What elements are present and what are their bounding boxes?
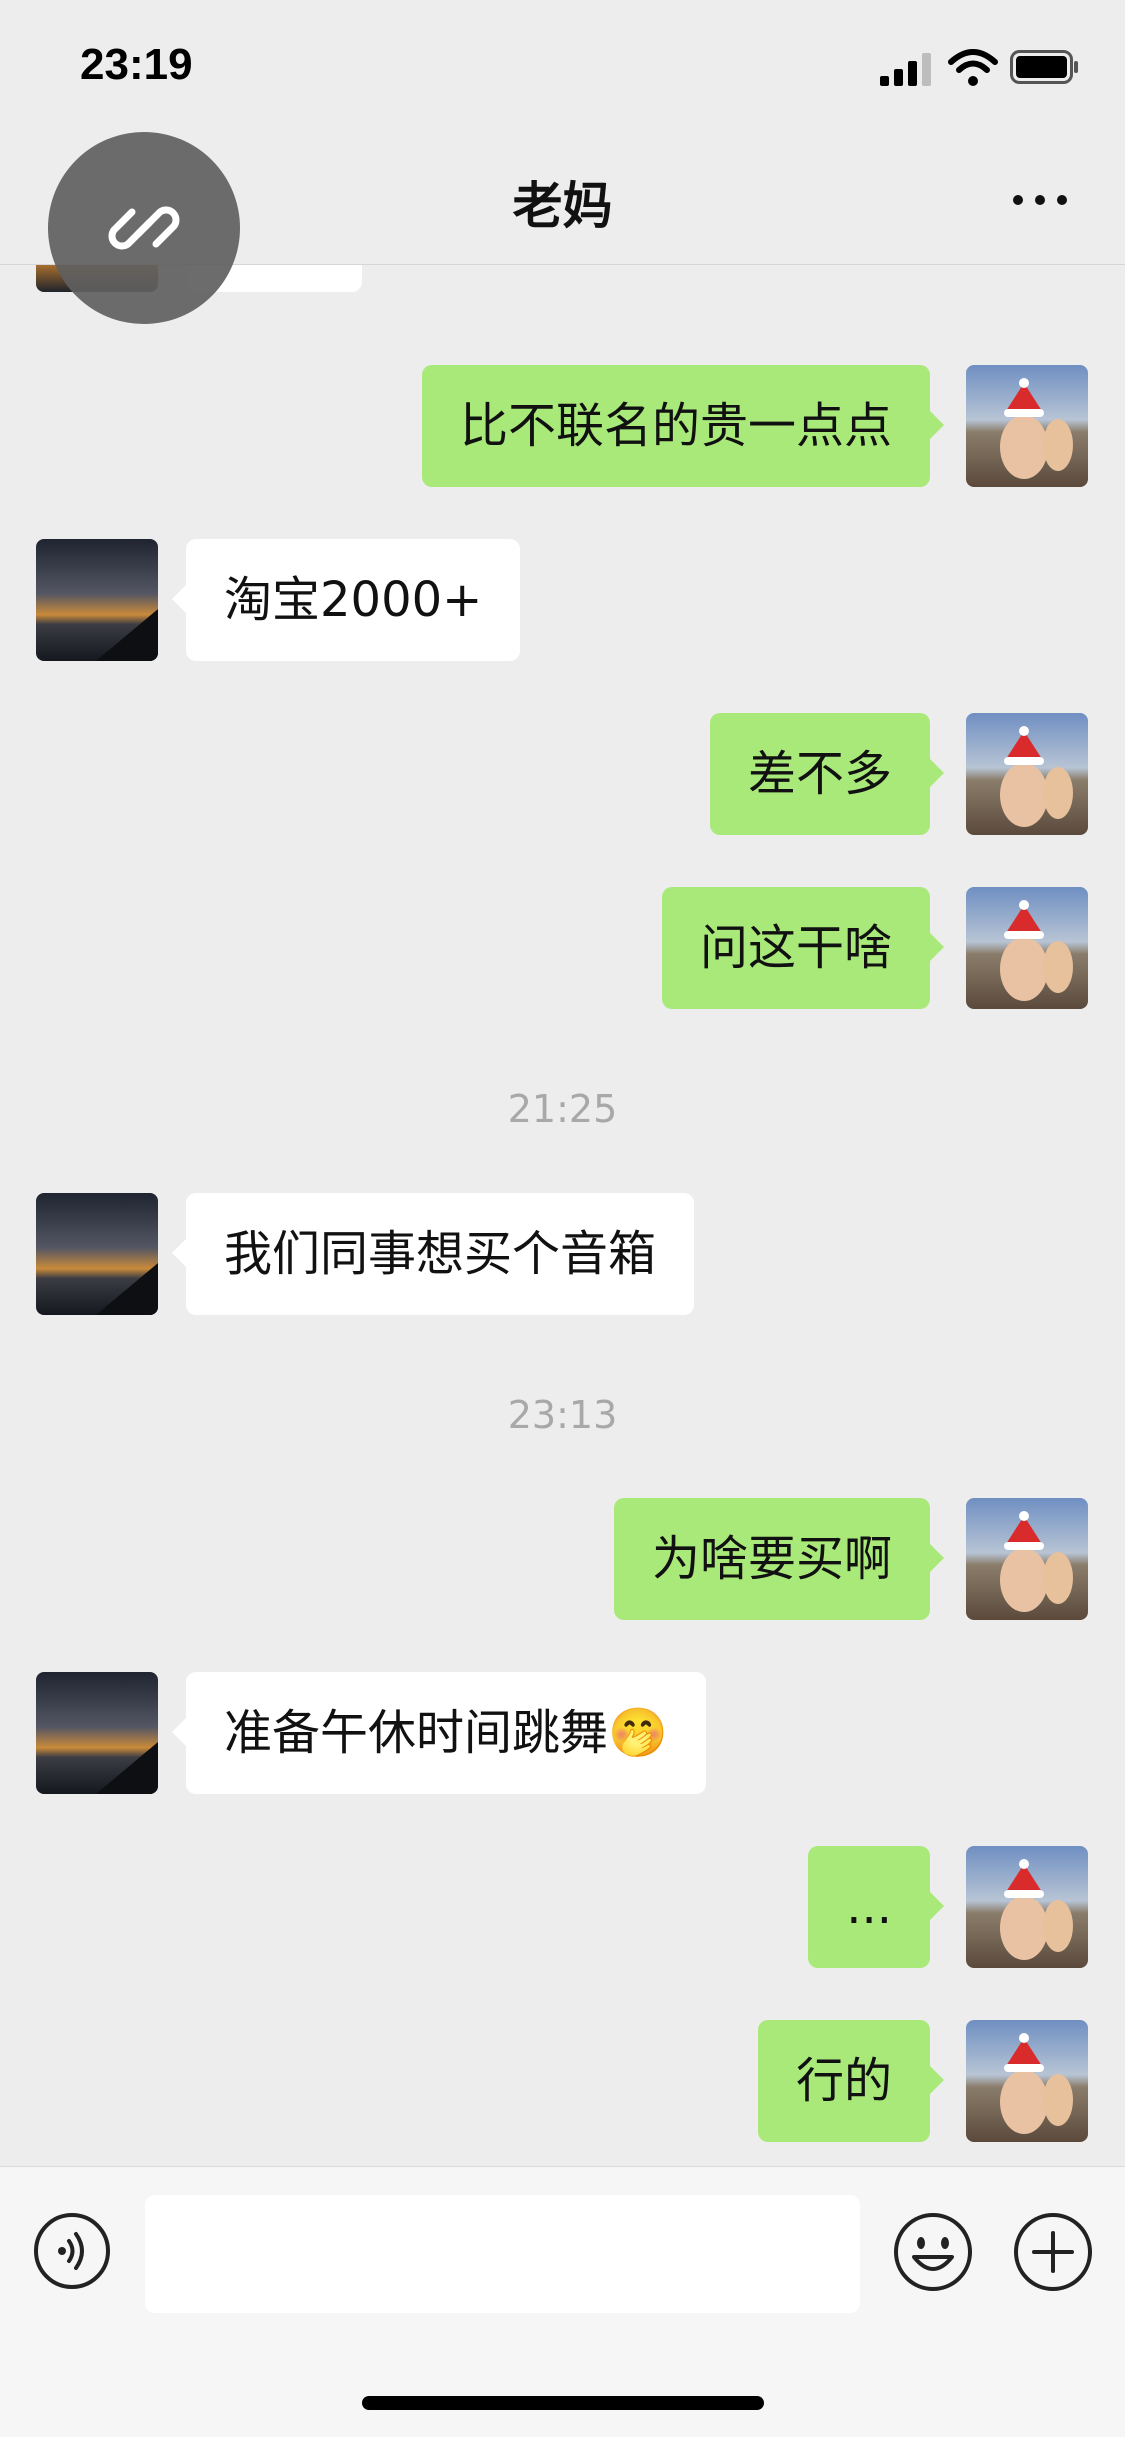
mom-avatar[interactable] [36, 1193, 158, 1315]
message-row: 准备午休时间跳舞🤭 [0, 1672, 1125, 1794]
self-avatar[interactable] [966, 2020, 1088, 2142]
message-bubble[interactable]: 比不联名的贵一点点 [421, 365, 945, 487]
status-time: 23:19 [80, 40, 193, 89]
message-list: 哦哦 比不联名的贵一点点 淘宝2000+ 差不多 [0, 265, 1125, 2165]
message-bubble[interactable]: 问这干啥 [661, 887, 945, 1009]
message-row: 问这干啥 [0, 887, 1125, 1009]
message-bubble[interactable]: 差不多 [709, 713, 945, 835]
floating-link-button[interactable] [48, 132, 240, 324]
self-avatar[interactable] [966, 365, 1088, 487]
mom-avatar[interactable] [36, 539, 158, 661]
self-avatar[interactable] [966, 1498, 1088, 1620]
self-avatar[interactable] [966, 713, 1088, 835]
message-bubble[interactable]: 我们同事想买个音箱 [171, 1193, 695, 1315]
message-bubble[interactable]: 行的 [757, 2020, 945, 2142]
plus-icon[interactable] [1012, 2211, 1094, 2293]
message-row: 为啥要买啊 [0, 1498, 1125, 1620]
voice-icon[interactable] [32, 2211, 112, 2291]
self-avatar[interactable] [966, 887, 1088, 1009]
home-indicator[interactable] [362, 2396, 764, 2410]
message-row: 我们同事想买个音箱 [0, 1193, 1125, 1315]
mom-avatar[interactable] [36, 1672, 158, 1794]
message-bubble[interactable]: ... [808, 1846, 944, 1968]
emoji-icon[interactable] [892, 2211, 974, 2293]
message-row: 行的 [0, 2020, 1125, 2142]
self-avatar[interactable] [966, 1846, 1088, 1968]
message-row: 差不多 [0, 713, 1125, 835]
message-row: 淘宝2000+ [0, 539, 1125, 661]
signal-icon [880, 53, 931, 86]
message-input[interactable] [145, 2195, 860, 2313]
message-bubble[interactable]: 为啥要买啊 [613, 1498, 945, 1620]
message-row: 比不联名的贵一点点 [0, 365, 1125, 487]
status-bar: 23:19 [0, 0, 1125, 140]
timestamp: 23:13 [507, 1393, 618, 1437]
more-dots-icon[interactable] [1010, 180, 1070, 220]
battery-icon [1010, 50, 1078, 84]
link-icon [108, 206, 180, 250]
wifi-icon [948, 49, 998, 86]
message-bubble[interactable]: 淘宝2000+ [171, 539, 521, 661]
timestamp: 21:25 [507, 1087, 618, 1131]
message-bubble[interactable]: 准备午休时间跳舞🤭 [172, 1672, 706, 1794]
message-row: ... [0, 1846, 1125, 1968]
